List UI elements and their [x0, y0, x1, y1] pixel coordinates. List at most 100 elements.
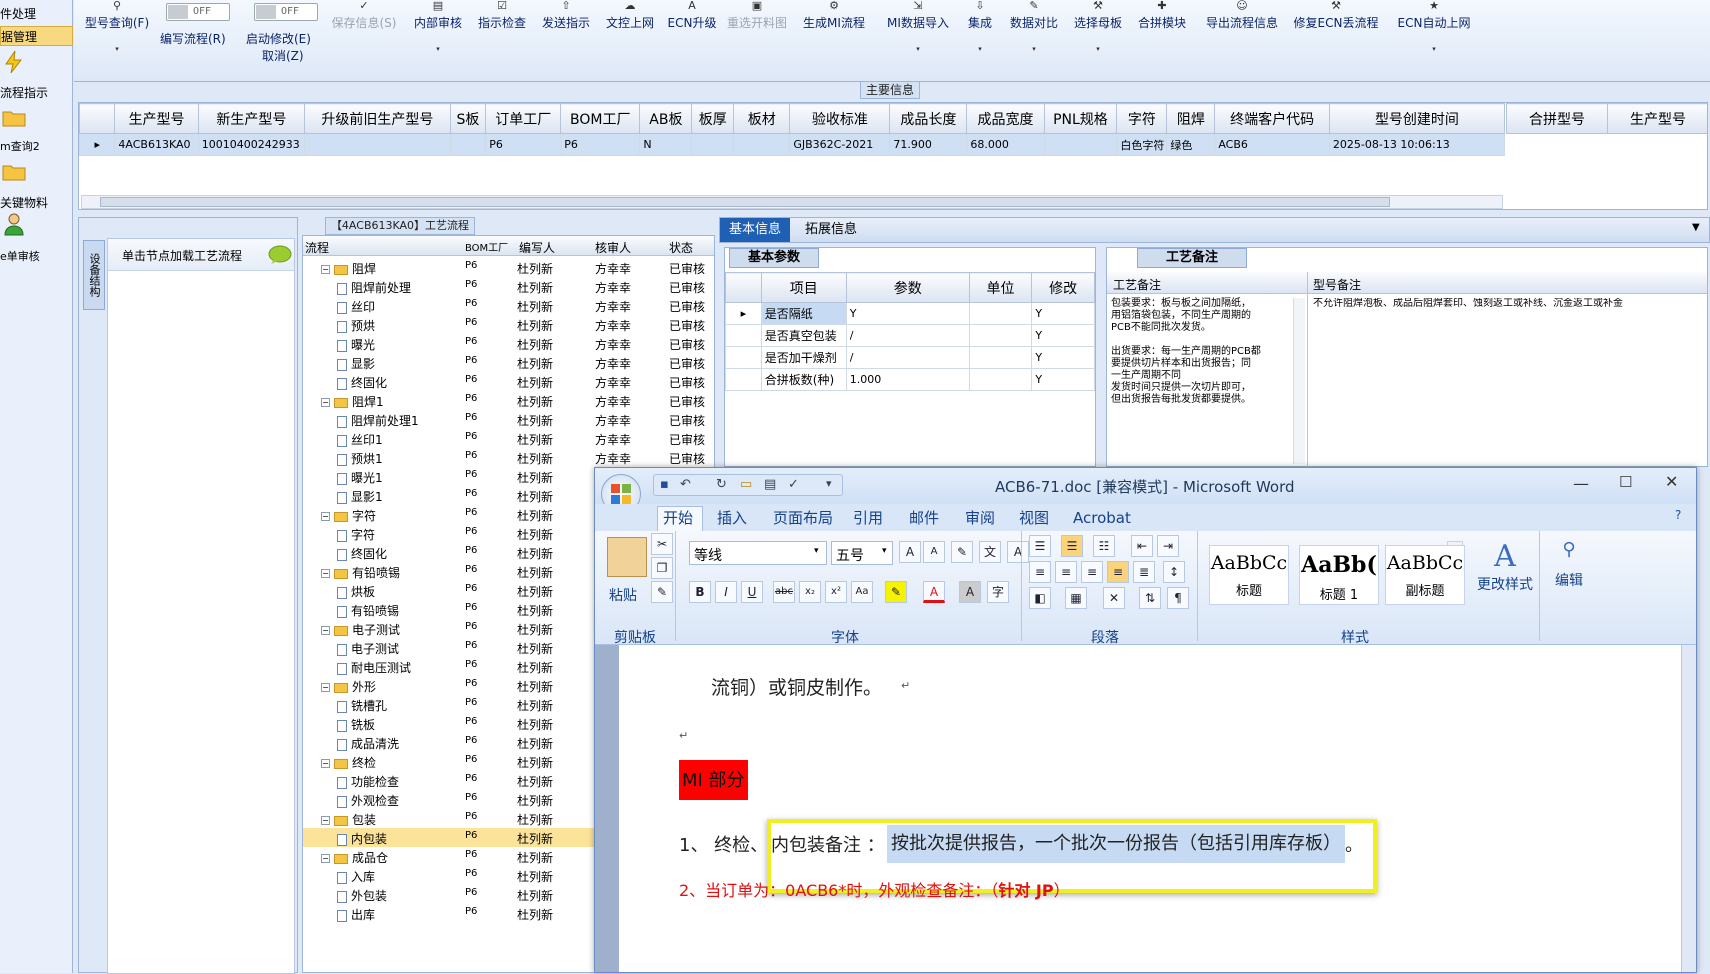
numbering-icon[interactable]: ☰: [1061, 535, 1083, 557]
copy-icon[interactable]: ❐: [651, 557, 673, 579]
merge-module-button[interactable]: ✚ 合拼模块: [1132, 0, 1192, 70]
table-cell[interactable]: GJB362C-2021: [789, 133, 891, 156]
format-painter-icon[interactable]: ✎: [651, 581, 673, 603]
shading-icon[interactable]: ◧: [1029, 587, 1051, 609]
style-gallery-item[interactable]: AaBbCc 副标题: [1385, 545, 1465, 605]
char-border-icon[interactable]: A: [1007, 541, 1029, 563]
select-motherboard-button[interactable]: ⚒ 选择母板 ▾: [1068, 0, 1128, 70]
column-header[interactable]: 阻焊: [1166, 103, 1216, 134]
customize-toolbar-icon[interactable]: ▾: [826, 477, 832, 490]
save-icon[interactable]: ▪: [660, 477, 669, 492]
column-header[interactable]: 板材: [733, 103, 791, 134]
redo-icon[interactable]: ↻: [716, 477, 727, 492]
structure-vertical-tab[interactable]: 设备结构: [83, 240, 105, 310]
column-header[interactable]: 核审人: [595, 239, 631, 256]
table-cell[interactable]: 是否真空包装: [760, 324, 847, 347]
row-selector[interactable]: ▸: [79, 133, 116, 156]
column-header[interactable]: 生产型号: [1607, 103, 1707, 134]
ribbon-tab[interactable]: 视图: [1017, 506, 1051, 530]
table-cell[interactable]: [691, 133, 735, 156]
help-icon[interactable]: ?: [1675, 508, 1681, 522]
maximize-icon[interactable]: ☐: [1619, 473, 1632, 491]
sidebar-item-data-management[interactable]: 据管理: [0, 26, 73, 46]
flow-step-row[interactable]: 阻焊前处理1 P6 杜列新 方幸幸 已审核: [303, 410, 714, 429]
table-cell[interactable]: Y: [1031, 302, 1095, 325]
column-header[interactable]: 成品长度: [889, 103, 968, 134]
table-row[interactable]: 合拼板数(种) 1.000 Y: [725, 368, 1095, 391]
collapse-icon[interactable]: −: [321, 398, 330, 407]
flow-step-row[interactable]: 曝光 P6 杜列新 方幸幸 已审核: [303, 334, 714, 353]
ribbon-tab[interactable]: 引用: [851, 506, 885, 530]
table-row[interactable]: 是否真空包装 / Y: [725, 324, 1095, 347]
scrollbar-thumb[interactable]: [100, 197, 1390, 207]
column-header[interactable]: 工艺备注: [1113, 276, 1161, 293]
model-note-text[interactable]: 不允许阻焊泡板、成品后阻焊套印、蚀刻返工或补线、沉金返工或补金: [1313, 298, 1703, 310]
column-header[interactable]: 参数: [845, 272, 970, 303]
align-left-icon[interactable]: ≡: [1029, 561, 1051, 583]
table-cell[interactable]: 4ACB613KA0: [114, 133, 199, 156]
italic-icon[interactable]: I: [715, 581, 737, 603]
table-cell[interactable]: 合拼板数(种): [760, 368, 847, 391]
internal-review-button[interactable]: ▤ 内部审核 ▾: [408, 0, 468, 70]
ribbon-tab[interactable]: Acrobat: [1071, 506, 1133, 530]
table-cell[interactable]: 绿色: [1166, 133, 1216, 156]
ribbon-tab[interactable]: 插入: [715, 506, 749, 530]
justify-icon[interactable]: ≡: [1107, 561, 1129, 583]
table-cell[interactable]: [968, 302, 1033, 325]
table-cell[interactable]: 1.000: [845, 368, 970, 391]
strikethrough-icon[interactable]: abc: [773, 581, 795, 603]
style-gallery-item[interactable]: AaBbCc 标题: [1209, 545, 1289, 605]
clear-format-icon[interactable]: ✎: [951, 541, 973, 563]
highlight-icon[interactable]: ✎: [885, 581, 907, 603]
column-header[interactable]: 字符: [1116, 103, 1168, 134]
row-selector[interactable]: [725, 324, 762, 347]
column-header[interactable]: AB板: [639, 103, 693, 134]
table-cell[interactable]: P6: [560, 133, 641, 156]
repair-ecn-flow-button[interactable]: ⚒ 修复ECN丢流程: [1288, 0, 1384, 70]
column-header[interactable]: 单位: [968, 272, 1033, 303]
column-header[interactable]: 成品宽度: [966, 103, 1045, 134]
increase-indent-icon[interactable]: ⇥: [1157, 535, 1179, 557]
print-preview-icon[interactable]: ▤: [764, 477, 776, 492]
decrease-indent-icon[interactable]: ⇤: [1131, 535, 1153, 557]
subscript-icon[interactable]: x₂: [799, 581, 821, 603]
collapse-icon[interactable]: −: [321, 759, 330, 768]
table-cell[interactable]: 白色字符: [1116, 133, 1168, 156]
save-info-button[interactable]: ✓ 保存信息(S): [328, 0, 400, 70]
collapse-icon[interactable]: −: [321, 569, 330, 578]
table-cell[interactable]: /: [845, 324, 970, 347]
change-case-icon[interactable]: Aa: [851, 581, 873, 603]
column-header[interactable]: 升级前旧生产型号: [303, 103, 451, 134]
table-cell[interactable]: [968, 324, 1033, 347]
column-header[interactable]: 终端客户代码: [1214, 103, 1330, 134]
send-instruction-button[interactable]: ⇧ 发送指示: [536, 0, 596, 70]
ecn-upgrade-button[interactable]: A ECN升级: [664, 0, 720, 70]
column-header[interactable]: 合拼型号: [1506, 103, 1608, 134]
phonetic-guide-icon[interactable]: 文: [979, 541, 1001, 563]
undo-icon[interactable]: ↶: [680, 477, 691, 492]
distribute-icon[interactable]: ≣: [1133, 561, 1155, 583]
table-cell[interactable]: [968, 368, 1033, 391]
collapse-icon[interactable]: −: [321, 265, 330, 274]
paste-button[interactable]: 粘贴: [609, 585, 637, 605]
instruction-check-button[interactable]: ☑ 指示检查: [472, 0, 532, 70]
integrate-button[interactable]: ⇩ 集成 ▾: [958, 0, 1002, 70]
shrink-font-icon[interactable]: A: [923, 541, 945, 563]
start-edit-toggle[interactable]: OFF: [254, 3, 318, 21]
bullets-icon[interactable]: ☰: [1029, 535, 1051, 557]
column-header[interactable]: 流程: [305, 239, 329, 256]
flow-group-row[interactable]: − 阻焊 P6 杜列新 方幸幸 已审核: [303, 258, 714, 277]
column-header[interactable]: 型号备注: [1313, 276, 1361, 293]
spelling-icon[interactable]: ✓: [788, 477, 799, 492]
flow-step-row[interactable]: 显影 P6 杜列新 方幸幸 已审核: [303, 353, 714, 372]
minimize-icon[interactable]: —: [1573, 474, 1589, 493]
flow-step-row[interactable]: 阻焊前处理 P6 杜列新 方幸幸 已审核: [303, 277, 714, 296]
font-name-select[interactable]: 等线 ▾: [689, 541, 827, 565]
table-cell[interactable]: P6: [485, 133, 562, 156]
ribbon-tab[interactable]: 页面布局: [771, 506, 835, 530]
char-shading-icon[interactable]: A: [959, 581, 981, 603]
column-header[interactable]: S板: [449, 103, 487, 134]
line-spacing-icon[interactable]: ↕: [1163, 561, 1185, 583]
collapse-icon[interactable]: −: [321, 854, 330, 863]
cancel-label[interactable]: 取消(Z): [262, 47, 304, 64]
